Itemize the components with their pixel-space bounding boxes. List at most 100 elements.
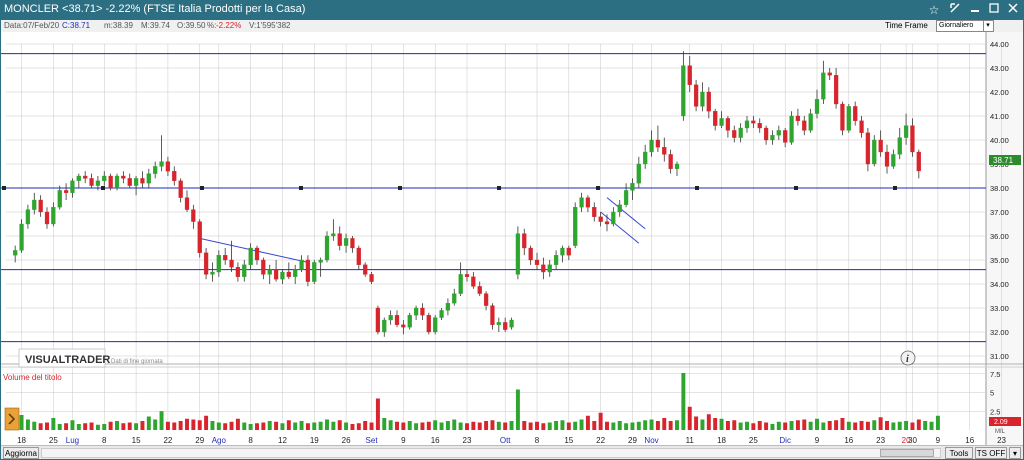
candle-body [655, 139, 661, 148]
candle-body [184, 197, 190, 210]
time-tick-label: 22 [596, 436, 605, 445]
volume-bar [675, 420, 679, 430]
volume-bar [261, 422, 266, 430]
candle-body [598, 216, 603, 222]
volume-bar [337, 420, 342, 430]
price-tick-label: 44.00 [990, 40, 1009, 49]
candle-body [770, 135, 775, 141]
volume-bar [477, 422, 482, 430]
volume-bar [605, 421, 609, 430]
volume-bar [503, 422, 508, 430]
horizontal-scrollbar[interactable] [41, 448, 941, 458]
volume-bar [325, 419, 329, 430]
volume-bar [484, 421, 489, 430]
candle-body [783, 130, 788, 143]
volume-bar [515, 389, 520, 430]
time-tick-label: 8 [535, 436, 540, 445]
candle-body [636, 163, 641, 184]
volume-bar [191, 419, 196, 430]
volume-bar [375, 398, 380, 430]
volume-bar [255, 423, 259, 430]
candle-body [83, 175, 88, 179]
close-icon[interactable] [1004, 1, 1022, 19]
volume-bar [725, 421, 730, 430]
maximize-icon[interactable] [985, 1, 1003, 19]
volume-bar [197, 420, 202, 430]
candle-body [846, 106, 851, 131]
candle-body [776, 130, 781, 136]
volume-bar [165, 421, 170, 430]
title-bar[interactable]: MONCLER <38.71> -2.22% (FTSE Italia Prod… [0, 0, 1024, 20]
time-tick-label: Lug [66, 436, 79, 445]
volume-bar [643, 420, 648, 430]
level-handle [398, 186, 402, 190]
volume-bar [719, 418, 724, 430]
volume-bar [458, 422, 463, 430]
volume-bar [299, 421, 304, 430]
timeframe-select[interactable]: Giornaliero ▾ [936, 20, 994, 32]
time-tick-label: 19 [310, 436, 319, 445]
info-max: M:39.74 [141, 21, 170, 30]
candle-body [248, 247, 253, 265]
volume-bar [286, 420, 291, 430]
ts-off-button[interactable]: TS OFF [975, 447, 1007, 459]
candle-body [725, 118, 731, 131]
candle-body [413, 307, 419, 316]
candle-body [63, 190, 69, 193]
chevron-down-icon[interactable]: ▾ [983, 21, 992, 31]
volume-bar [636, 421, 641, 430]
star-icon[interactable]: ☆ [925, 1, 943, 19]
candle-body [573, 207, 578, 246]
volume-bar [445, 421, 450, 430]
volume-bar [242, 422, 247, 430]
volume-bar [280, 423, 285, 430]
volume-bar [738, 422, 743, 430]
candle-body [617, 204, 622, 213]
price-chart-svg[interactable]: 44.0043.0042.0041.0040.0039.0038.0037.00… [1, 32, 1023, 445]
scrollbar-thumb[interactable] [880, 449, 934, 457]
candle-body [114, 175, 120, 189]
candle-body [693, 84, 699, 107]
volume-bar [579, 419, 584, 430]
candle-body [32, 199, 37, 210]
volume-bar [745, 421, 749, 430]
candle-body [662, 147, 667, 155]
chart-area[interactable]: 44.0043.0042.0041.0040.0039.0038.0037.00… [1, 32, 1023, 445]
volume-bar [865, 421, 870, 430]
price-tick-label: 35.00 [990, 256, 1009, 265]
candle-body [89, 178, 94, 186]
volume-bar [649, 419, 654, 430]
level-handle [794, 186, 798, 190]
volume-bar [350, 424, 355, 430]
volume-bar [630, 422, 635, 430]
minimize-icon[interactable] [966, 1, 984, 19]
time-tick-label: 12 [278, 436, 287, 445]
candle-body [891, 154, 896, 167]
volume-bar [700, 419, 705, 430]
info-volume: V:1'595'382 [249, 21, 291, 30]
candle-body [789, 115, 794, 143]
volume-bar [471, 421, 476, 430]
dropdown-arrow-icon[interactable]: ▾ [1009, 447, 1021, 459]
volume-bar [433, 420, 438, 430]
app-window: MONCLER <38.71> -2.22% (FTSE Italia Prod… [0, 0, 1024, 460]
candle-body [337, 233, 342, 246]
volume-bar [929, 421, 934, 430]
candle-body [394, 315, 400, 325]
candle-body [719, 118, 724, 126]
candle-body [604, 221, 610, 225]
volume-bar [662, 418, 667, 430]
candle-body [254, 247, 260, 261]
restore-icon[interactable] [946, 1, 964, 19]
price-tick-label: 32.00 [990, 328, 1009, 337]
candle-body [420, 307, 425, 316]
candle-body [757, 123, 762, 129]
tools-button[interactable]: Tools [945, 447, 973, 459]
candle-body [592, 207, 597, 217]
candle-body [191, 209, 196, 222]
candle-body [738, 127, 743, 138]
aggiorna-button[interactable]: Aggiorna [3, 447, 39, 459]
volume-bar [426, 421, 431, 430]
side-panel-toggle[interactable] [4, 407, 20, 431]
candle-body [643, 151, 648, 165]
